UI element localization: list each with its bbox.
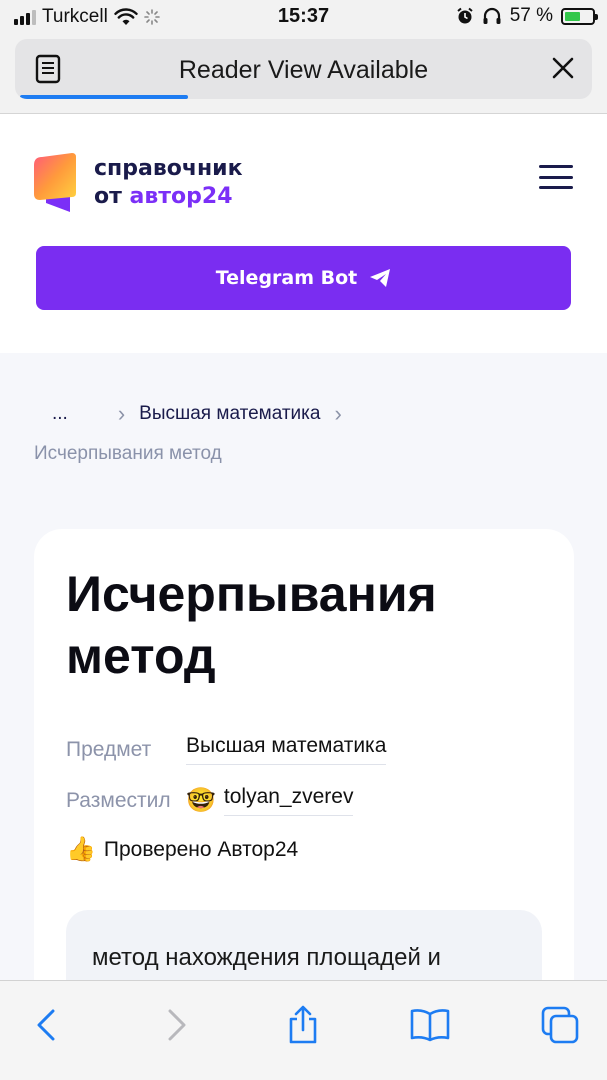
breadcrumb-parent[interactable]: Высшая математика: [139, 403, 320, 425]
brand-line-1: справочник: [94, 156, 243, 181]
breadcrumb-current: Исчерпывания метод: [34, 443, 222, 464]
battery-level-fill: [565, 11, 580, 21]
verified-badge: 👍 Проверено Автор24: [66, 838, 298, 862]
author-link[interactable]: tolyan_zverev: [223, 785, 354, 816]
author-row: Разместил 🤓 tolyan_zverev: [66, 785, 354, 816]
back-icon: [37, 1009, 55, 1041]
forward-button[interactable]: [155, 1003, 199, 1047]
brand-accent: автор24: [129, 184, 233, 209]
reader-view-label: Reader View Available: [178, 56, 429, 84]
bookmarks-icon: [410, 1009, 450, 1042]
status-right: 57 %: [456, 5, 598, 27]
page-title: Исчерпывания метод: [66, 566, 437, 684]
bookmarks-button[interactable]: [408, 1003, 452, 1047]
page-content: ... › Высшая математика › Исчерпывания м…: [0, 353, 607, 1080]
chevron-right-icon: ›: [117, 401, 126, 426]
safari-toolbar: [0, 980, 607, 1080]
back-button[interactable]: [24, 1003, 68, 1047]
reader-view-banner[interactable]: Reader View Available: [15, 39, 592, 99]
subject-row: Предмет Высшая математика: [66, 734, 387, 765]
tabs-icon: [541, 1006, 579, 1044]
chevron-right-icon: ›: [334, 401, 342, 426]
safari-top-bar: Reader View Available: [0, 34, 607, 114]
brand-line-2: от автор24: [94, 184, 233, 209]
close-icon[interactable]: [548, 53, 578, 83]
share-button[interactable]: [281, 1003, 325, 1047]
nerd-face-icon: 🤓: [186, 786, 216, 814]
verified-text: Проверено Автор24: [103, 838, 299, 861]
telegram-bot-button[interactable]: Telegram Bot: [36, 246, 571, 310]
page-load-progress: [20, 95, 188, 99]
battery-percent: 57 %: [509, 5, 553, 26]
subject-link[interactable]: Высшая математика: [186, 734, 387, 765]
author-label: Разместил: [66, 788, 171, 812]
site-header: справочник от автор24 Telegram Bot: [0, 115, 607, 353]
article-card: Исчерпывания метод Предмет Высшая матема…: [34, 529, 574, 1080]
tabs-button[interactable]: [538, 1003, 582, 1047]
breadcrumb: ... › Высшая математика ›: [52, 401, 356, 427]
telegram-plane-icon: [370, 269, 391, 287]
telegram-bot-label: Telegram Bot: [215, 267, 358, 289]
brand-name[interactable]: справочник от автор24: [94, 155, 243, 211]
breadcrumb-ellipsis[interactable]: ...: [52, 403, 68, 425]
battery-icon: [561, 7, 598, 25]
status-bar: Turkcell 15:37 57 %: [0, 0, 607, 34]
logo-icon[interactable]: [32, 153, 78, 213]
alarm-icon: [457, 7, 473, 24]
subject-label: Предмет: [66, 737, 152, 761]
forward-icon: [168, 1009, 186, 1041]
headphones-icon: [483, 7, 501, 24]
thumbs-up-icon: 👍: [66, 836, 96, 863]
share-icon: [289, 1005, 317, 1044]
menu-icon[interactable]: [539, 165, 573, 189]
